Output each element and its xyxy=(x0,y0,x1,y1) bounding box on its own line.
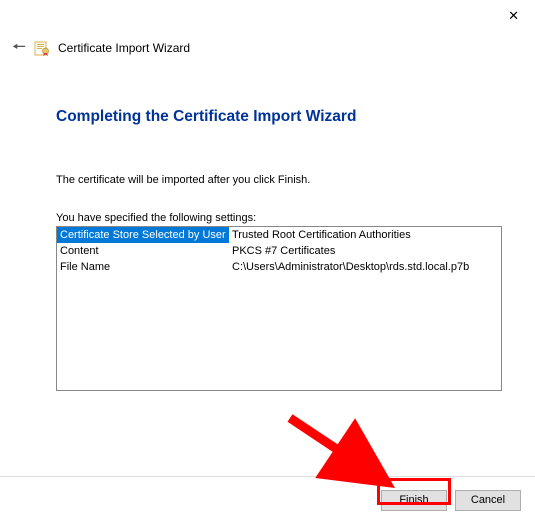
instruction-text: The certificate will be imported after y… xyxy=(56,174,499,186)
list-item[interactable]: File Name C:\Users\Administrator\Desktop… xyxy=(57,259,501,275)
setting-value: C:\Users\Administrator\Desktop\rds.std.l… xyxy=(229,259,501,275)
setting-value: Trusted Root Certification Authorities xyxy=(229,227,501,243)
certificate-icon xyxy=(34,40,50,56)
list-item[interactable]: Content PKCS #7 Certificates xyxy=(57,243,501,259)
setting-value: PKCS #7 Certificates xyxy=(229,243,501,259)
cancel-button[interactable]: Cancel xyxy=(455,490,521,511)
close-icon[interactable]: ✕ xyxy=(508,8,519,24)
back-arrow-icon[interactable]: 🠔 xyxy=(12,40,26,56)
wizard-footer: Finish Cancel xyxy=(0,476,535,523)
list-item[interactable]: Certificate Store Selected by User Trust… xyxy=(57,227,501,243)
setting-name: Content xyxy=(57,243,229,259)
finish-button[interactable]: Finish xyxy=(381,490,447,511)
setting-name: Certificate Store Selected by User xyxy=(57,227,229,243)
wizard-content: Completing the Certificate Import Wizard… xyxy=(56,108,499,391)
page-heading: Completing the Certificate Import Wizard xyxy=(56,108,499,126)
wizard-title: Certificate Import Wizard xyxy=(58,41,190,55)
setting-name: File Name xyxy=(57,259,229,275)
settings-listbox[interactable]: Certificate Store Selected by User Trust… xyxy=(56,226,502,391)
wizard-header: 🠔 Certificate Import Wizard xyxy=(12,40,190,56)
settings-label: You have specified the following setting… xyxy=(56,212,499,224)
